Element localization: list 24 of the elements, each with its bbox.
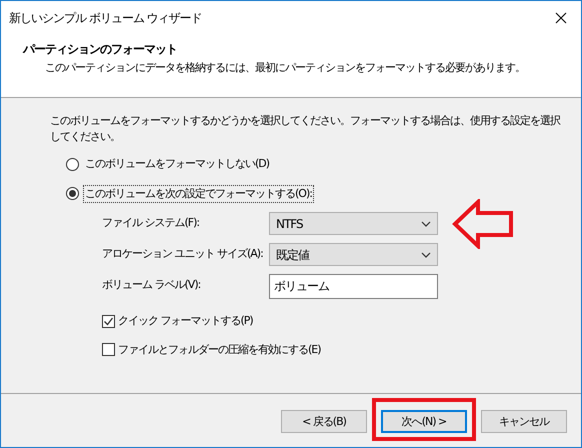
checkbox[interactable] — [102, 343, 115, 356]
close-icon[interactable] — [555, 12, 567, 24]
page-heading: パーティションのフォーマット — [23, 41, 178, 58]
chevron-down-icon — [421, 252, 431, 258]
checkbox-option[interactable]: クイック フォーマットする(P) — [102, 313, 561, 330]
checkbox-option[interactable]: ファイルとフォルダーの圧縮を有効にする(E) — [102, 342, 561, 358]
field-label: ボリューム ラベル(V): — [102, 277, 202, 294]
wizard-button[interactable]: 次へ(N) > — [381, 410, 467, 434]
window-title: 新しいシンプル ボリューム ウィザード — [9, 10, 202, 27]
page-description: このパーティションにデータを格納するには、最初にパーティションをフォーマットする必要があります。 — [44, 60, 526, 76]
checkbox[interactable] — [102, 314, 115, 328]
field-label: アロケーション ユニット サイズ(A): — [102, 246, 264, 262]
radio-button[interactable] — [66, 158, 79, 171]
radio-option[interactable]: このボリュームを次の設定でフォーマットする(O): — [66, 184, 561, 203]
radio-button[interactable] — [66, 187, 79, 200]
dropdown[interactable]: NTFS — [269, 212, 438, 235]
chevron-down-icon — [421, 220, 431, 226]
wizard-button[interactable]: < 戻る(B) — [281, 410, 367, 434]
wizard-button[interactable]: キャンセル — [481, 410, 567, 434]
field-label: ファイル システム(F): — [102, 215, 200, 232]
instruction-text: このボリュームをフォーマットするかどうかを選択してください。フォーマットする場合は、使用する設定を選択してください。 — [50, 113, 560, 145]
radio-option[interactable]: このボリュームをフォーマットしない(D) — [66, 156, 561, 172]
dropdown[interactable]: 既定値 — [269, 243, 438, 266]
text-field[interactable]: ボリューム — [269, 274, 438, 298]
